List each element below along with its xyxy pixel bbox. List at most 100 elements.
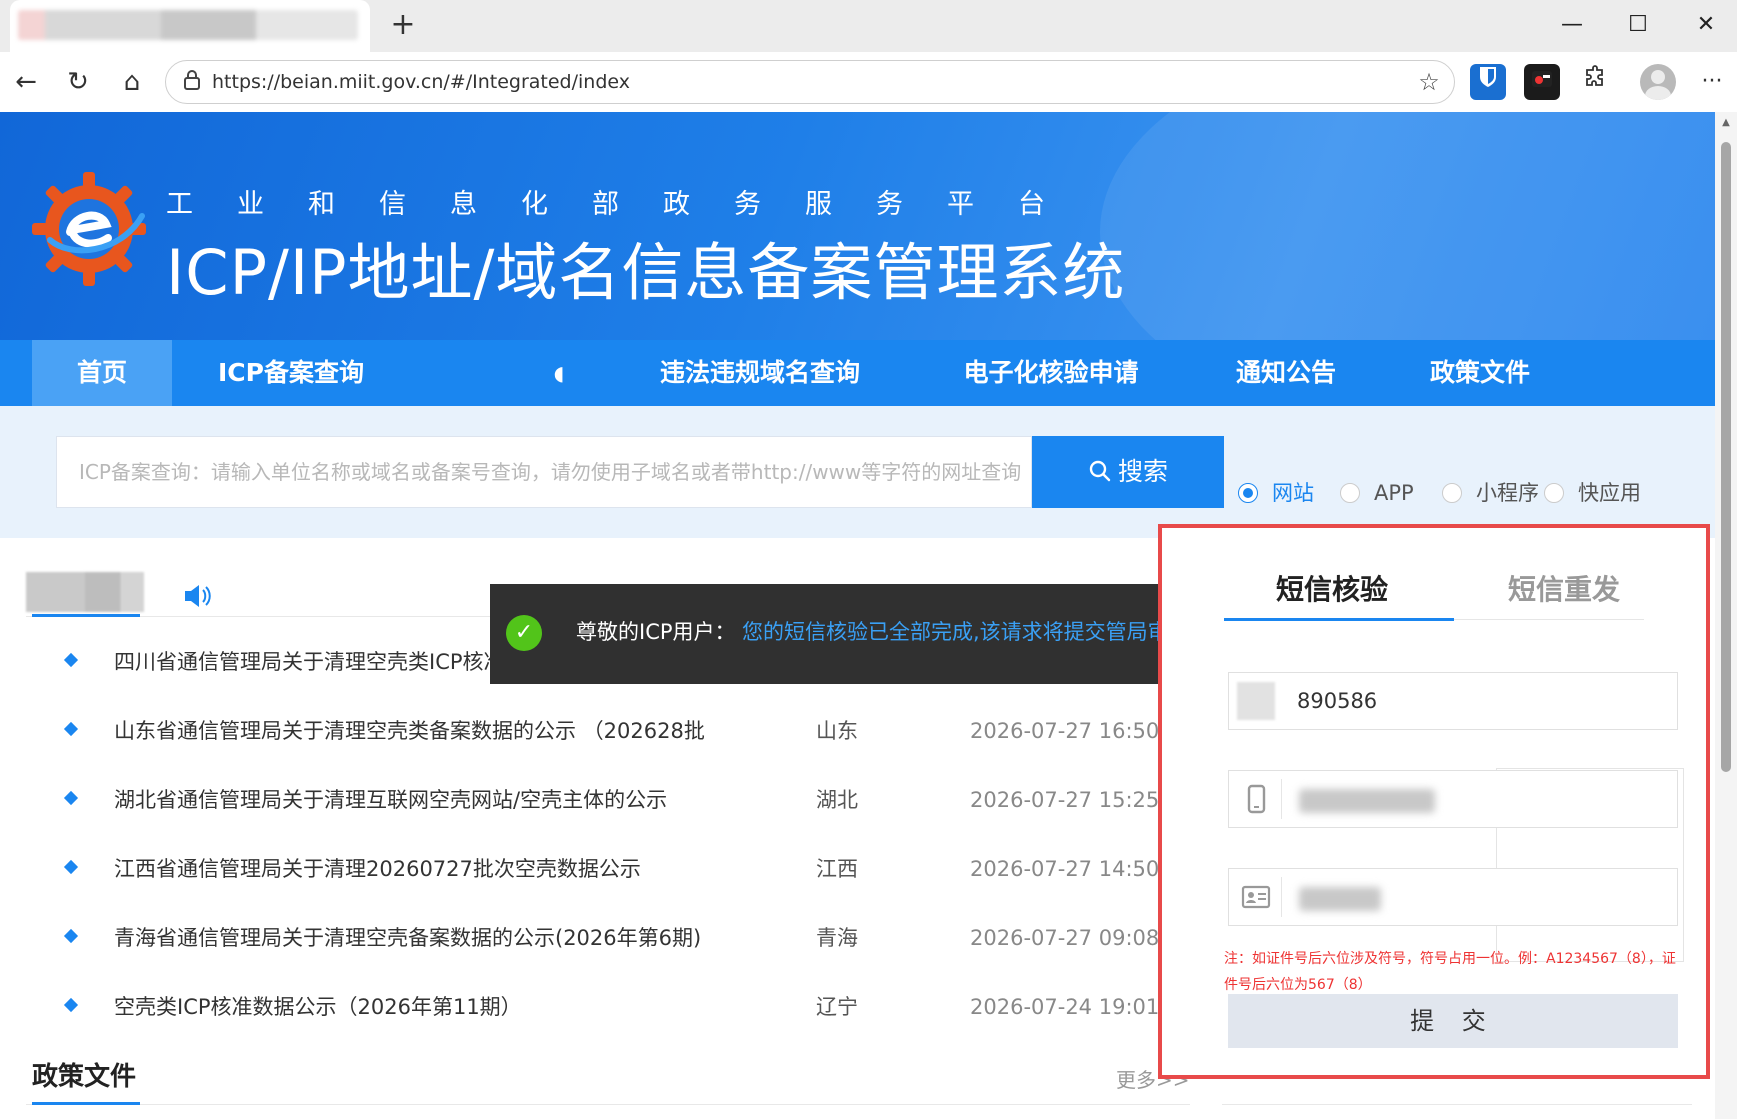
favorite-star-icon[interactable]: ☆ [1414, 67, 1444, 97]
notice-title[interactable]: 山东省通信管理局关于清理空壳类备案数据的公示 （202628批 [114, 711, 705, 751]
page-scrollbar[interactable]: ▲ [1715, 112, 1737, 1119]
nav-icp-query[interactable]: ICP备案查询 [206, 340, 376, 406]
code-icon-redacted [1237, 682, 1275, 720]
notice-region: 青海 [816, 926, 858, 950]
notice-title[interactable]: 空壳类ICP核准数据公示（2026年第11期） [114, 987, 522, 1027]
new-tab-button[interactable]: + [385, 8, 421, 44]
nav-illegal-domain-query[interactable]: 违法违规域名查询 [650, 340, 870, 406]
policy-divider [26, 1104, 1190, 1105]
search-button[interactable]: 搜索 [1032, 436, 1224, 508]
id-card-icon [1237, 878, 1275, 916]
notice-title[interactable]: 青海省通信管理局关于清理空壳备案数据的公示(2026年第6期) [114, 918, 701, 958]
nav-loading-icon: ◖ [553, 361, 565, 385]
more-menu-icon[interactable]: ··· [1692, 62, 1732, 102]
profile-avatar[interactable] [1640, 64, 1676, 100]
list-item[interactable]: 山东省通信管理局关于清理空壳类备案数据的公示 （202628批 山东 2026-… [60, 711, 1193, 751]
radio-dot [1238, 483, 1258, 503]
radio-dot [1544, 483, 1564, 503]
radio-label: 小程序 [1476, 481, 1539, 505]
submit-button[interactable]: 提 交 [1228, 994, 1678, 1048]
policy-title-underline [32, 1102, 140, 1105]
notice-region: 辽宁 [816, 995, 858, 1019]
browser-tab-bar: + — ☐ ✕ [0, 0, 1737, 52]
notice-title[interactable]: 四川省通信管理局关于清理空壳类ICP核准 [114, 642, 505, 682]
tab-title-redacted [18, 10, 358, 40]
header-banner: 工业和信息化部政务服务平台 ICP/IP地址/域名信息备案管理系统 [0, 112, 1715, 340]
type-radio-website[interactable]: 网站 [1238, 478, 1314, 508]
sms-code-value[interactable]: 890586 [1297, 673, 1377, 729]
radio-label: 网站 [1272, 481, 1314, 505]
search-input[interactable]: ICP备案查询：请输入单位名称或域名或备案号查询，请勿使用子域名或者带http:… [56, 436, 1032, 508]
browser-toolbar: ← ↻ ⌂ https://beian.miit.gov.cn/#/Integr… [0, 52, 1737, 112]
toast-label: 尊敬的ICP用户： [576, 620, 736, 644]
diamond-bullet-icon [63, 859, 79, 875]
nav-home[interactable]: 首页 [32, 340, 172, 406]
list-item[interactable]: 江西省通信管理局关于清理20260727批次空壳数据公示 江西 2026-07-… [60, 849, 1193, 889]
home-icon[interactable]: ⌂ [112, 62, 152, 102]
nav-policy[interactable]: 政策文件 [1420, 340, 1540, 406]
panel-tab-underline [1224, 618, 1454, 621]
search-button-label: 搜索 [1117, 457, 1168, 486]
reload-icon[interactable]: ↻ [58, 62, 98, 102]
scroll-up-arrow-icon[interactable]: ▲ [1719, 116, 1733, 130]
password-manager-extension-icon[interactable] [1470, 64, 1506, 100]
id-format-note: 注：如证件号后六位涉及符号，符号占用一位。例：A1234567（8），证件号后六… [1224, 951, 1676, 993]
tab-sms-resend[interactable]: 短信重发 [1508, 568, 1620, 608]
type-radio-quickapp[interactable]: 快应用 [1544, 478, 1641, 508]
diamond-bullet-icon [63, 997, 79, 1013]
notice-region: 江西 [816, 857, 858, 881]
sms-verification-panel: 短信核验 短信重发 890586 注：如证件号后六位涉及符号，符号占用一位。例：… [1158, 524, 1710, 1079]
check-circle-icon: ✓ [506, 615, 542, 651]
nav-e-verification[interactable]: 电子化核验申请 [954, 340, 1148, 406]
main-nav: 首页 ICP备案查询 ◖ 违法违规域名查询 电子化核验申请 通知公告 政策文件 [0, 340, 1715, 406]
type-radio-app[interactable]: APP [1340, 478, 1414, 508]
url-text[interactable]: https://beian.miit.gov.cn/#/Integrated/i… [212, 61, 630, 103]
back-arrow-icon[interactable]: ← [6, 62, 46, 102]
notice-region: 山东 [816, 719, 858, 743]
panel-bottom-divider [1222, 1104, 1692, 1105]
phone-field[interactable] [1228, 770, 1678, 828]
sms-code-field[interactable]: 890586 [1228, 672, 1678, 730]
field-separator [1281, 877, 1282, 917]
radio-dot [1340, 483, 1360, 503]
search-section: ICP备案查询：请输入单位名称或域名或备案号查询，请勿使用子域名或者带http:… [0, 406, 1715, 538]
diamond-bullet-icon [63, 790, 79, 806]
scroll-thumb[interactable] [1721, 142, 1731, 772]
list-item[interactable]: 青海省通信管理局关于清理空壳备案数据的公示(2026年第6期) 青海 2026-… [60, 918, 1193, 958]
nav-notices[interactable]: 通知公告 [1226, 340, 1346, 406]
success-toast: ✓ 尊敬的ICP用户： 您的短信核验已全部完成,该请求将提交管局审核。 ✕ [490, 584, 1224, 684]
notice-tab-redacted[interactable] [26, 572, 144, 612]
banner-subtitle: 工业和信息化部政务服务平台 [166, 189, 1089, 220]
tab-sms-verify[interactable]: 短信核验 [1276, 568, 1388, 608]
page-content: 工业和信息化部政务服务平台 ICP/IP地址/域名信息备案管理系统 首页 ICP… [0, 112, 1715, 1119]
mobile-phone-icon [1237, 780, 1275, 818]
speaker-icon [182, 582, 216, 612]
minimize-button[interactable]: — [1542, 4, 1602, 46]
extensions-puzzle-icon[interactable] [1578, 64, 1614, 100]
close-window-button[interactable]: ✕ [1676, 4, 1736, 46]
address-bar[interactable]: https://beian.miit.gov.cn/#/Integrated/i… [165, 60, 1455, 104]
diamond-bullet-icon [63, 928, 79, 944]
notice-title[interactable]: 江西省通信管理局关于清理20260727批次空壳数据公示 [114, 849, 641, 889]
extension-icon[interactable] [1524, 64, 1560, 100]
browser-tab[interactable] [10, 0, 370, 52]
radio-label: APP [1374, 481, 1414, 505]
notice-title[interactable]: 湖北省通信管理局关于清理互联网空壳网站/空壳主体的公示 [114, 780, 667, 820]
banner-decoration [1100, 112, 1715, 340]
miit-logo-icon [32, 172, 146, 286]
search-icon [1088, 439, 1112, 511]
lock-icon[interactable] [180, 70, 204, 94]
list-item[interactable]: 湖北省通信管理局关于清理互联网空壳网站/空壳主体的公示 湖北 2026-07-2… [60, 780, 1193, 820]
banner-title: ICP/IP地址/域名信息备案管理系统 [166, 236, 1126, 309]
type-radio-miniprogram[interactable]: 小程序 [1442, 478, 1539, 508]
diamond-bullet-icon [63, 652, 79, 668]
notice-tab-underline [32, 614, 140, 617]
phone-number-redacted [1299, 789, 1435, 813]
maximize-button[interactable]: ☐ [1608, 4, 1668, 46]
notice-region: 湖北 [816, 788, 858, 812]
radio-dot [1442, 483, 1462, 503]
diamond-bullet-icon [63, 721, 79, 737]
id-number-field[interactable] [1228, 868, 1678, 926]
list-item[interactable]: 空壳类ICP核准数据公示（2026年第11期） 辽宁 2026-07-24 19… [60, 987, 1193, 1027]
toast-message: 您的短信核验已全部完成,该请求将提交管局审核。 [742, 620, 1211, 644]
